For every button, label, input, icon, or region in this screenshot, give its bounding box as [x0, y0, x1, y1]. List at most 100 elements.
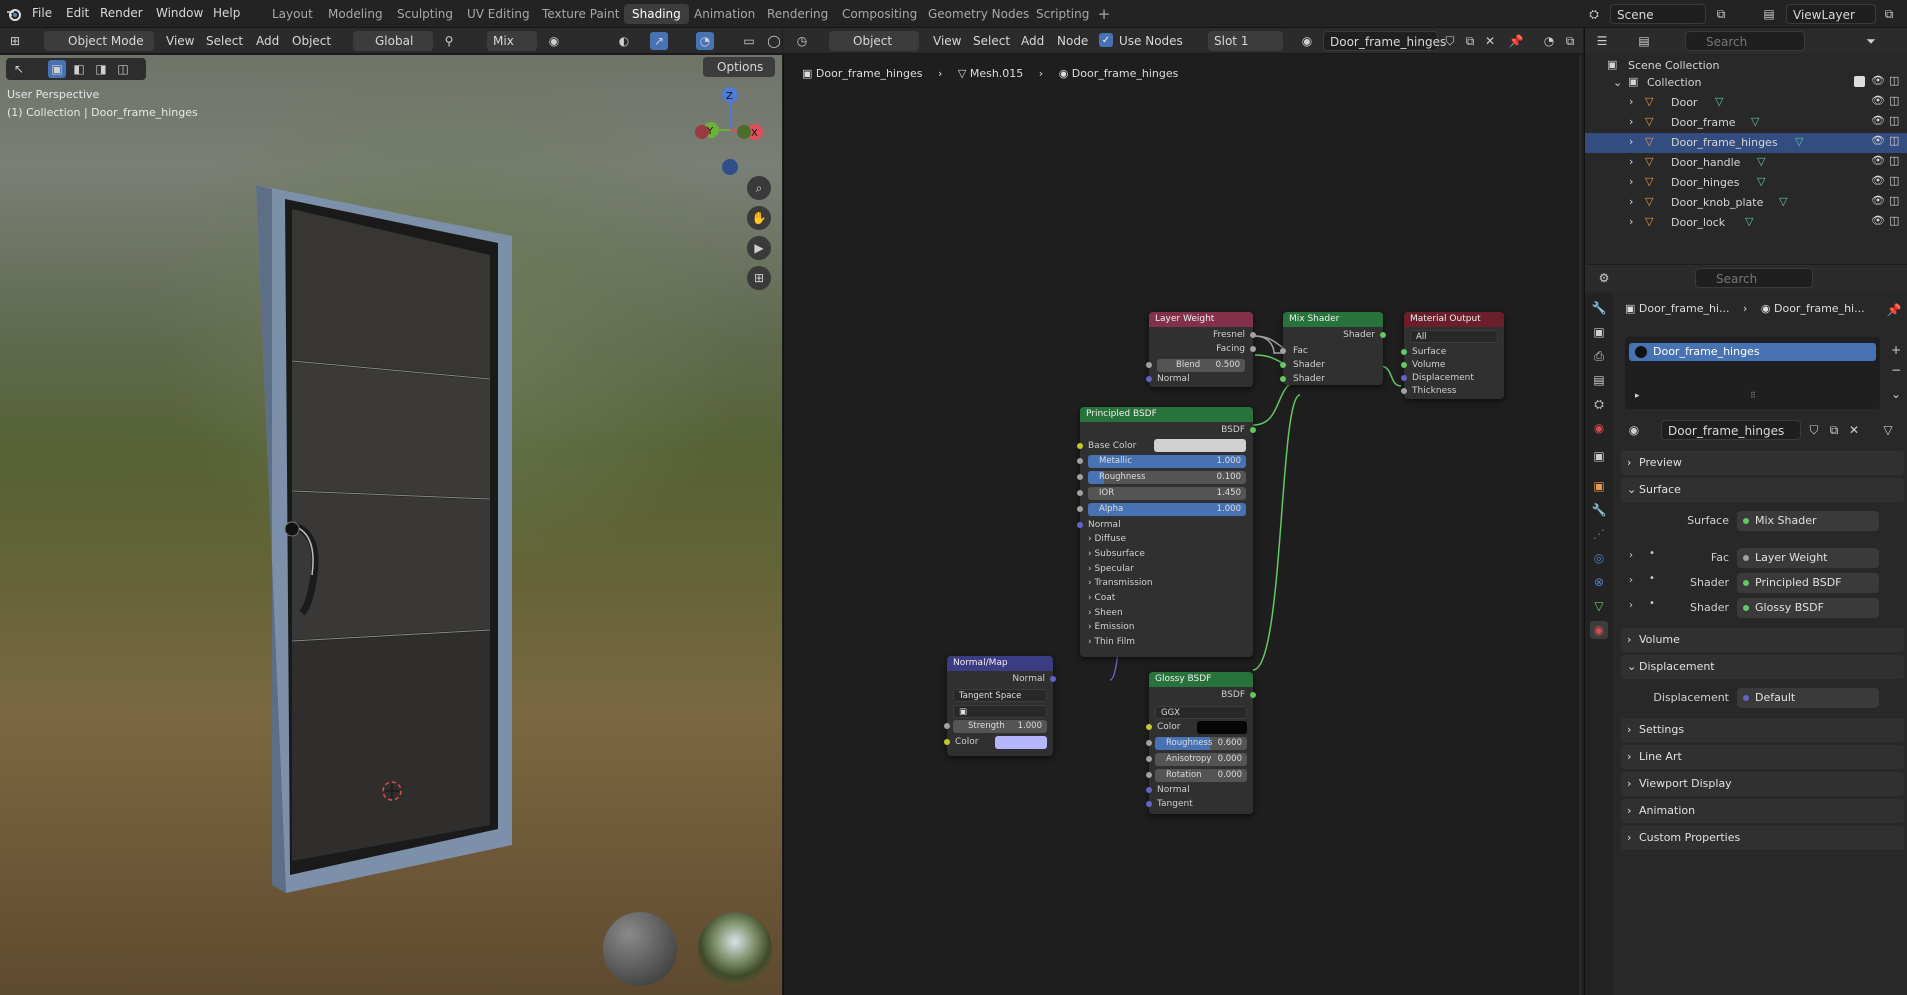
anisotropy-socket[interactable]	[1146, 756, 1152, 762]
collection-row[interactable]: ⌄ ▣ Collection 👁 ◫	[1585, 73, 1907, 93]
alpha-field[interactable]: Alpha 1.000	[1088, 503, 1246, 516]
outliner-item-door-handle[interactable]: › ▽ Door_handle ▽ 👁 ◫	[1585, 153, 1907, 173]
layer-weight-header[interactable]: Layer Weight	[1149, 312, 1253, 327]
scene-icon[interactable]: ⛭	[1585, 5, 1603, 23]
material-tab-icon[interactable]: ◉	[1590, 621, 1608, 639]
collection-expand-icon[interactable]: ⌄	[1613, 76, 1622, 89]
view-layer-icon[interactable]: ▤	[1760, 5, 1778, 23]
view-layer-selector[interactable]: ViewLayer	[1786, 4, 1876, 24]
eye-icon[interactable]: 👁	[1871, 194, 1885, 207]
zoom-icon[interactable]: ⌕	[747, 176, 771, 200]
unlink-props-icon[interactable]: ✕	[1845, 421, 1863, 439]
material-name-field[interactable]: Door_frame_hinges	[1323, 31, 1446, 51]
mix-shader2-socket[interactable]	[1280, 376, 1286, 382]
data-tab-icon[interactable]: ▽	[1590, 597, 1608, 615]
tab-texture-paint[interactable]: Texture Paint	[534, 4, 627, 24]
camera-icon[interactable]: ◫	[1889, 174, 1899, 187]
normal-space-dropdown[interactable]: Tangent Space	[953, 689, 1047, 702]
remove-slot-icon[interactable]: −	[1887, 361, 1905, 379]
ior-field[interactable]: IOR 1.450	[1088, 487, 1246, 500]
menu-window[interactable]: Window	[156, 6, 203, 20]
scene-tab-icon[interactable]: ⛭	[1590, 395, 1608, 413]
material-output-header[interactable]: Material Output	[1404, 312, 1504, 327]
glossy-roughness-socket[interactable]	[1146, 740, 1152, 746]
outliner-item-door[interactable]: › ▽ Door ▽ 👁 ◫	[1585, 93, 1907, 113]
mesh-data-icon[interactable]: ▽	[1757, 175, 1765, 188]
scene-selector[interactable]: Scene	[1610, 4, 1706, 24]
blend-socket[interactable]	[1146, 362, 1152, 368]
principled-bsdf-node[interactable]: Principled BSDF BSDF Base Color Metallic…	[1077, 407, 1256, 657]
mix-shader1-socket[interactable]	[1280, 362, 1286, 368]
node-overlay-icon[interactable]: ◔	[1540, 32, 1558, 50]
physics-tab-icon[interactable]: ◎	[1590, 549, 1608, 567]
viewport-add-menu[interactable]: Add	[250, 31, 285, 51]
shader-type-selector[interactable]: Object	[829, 31, 919, 51]
mix-shader-node[interactable]: Mix Shader Shader Fac Shader Shader	[1280, 312, 1386, 385]
roughness-socket[interactable]	[1077, 474, 1083, 480]
properties-type-icon[interactable]: ⚙	[1595, 269, 1613, 287]
3d-viewport[interactable]: ↖ ▣ ◧ ◨ ◫ Options User Perspective (1) C…	[0, 55, 782, 995]
camera-icon[interactable]: ◫	[1889, 114, 1899, 127]
facing-socket[interactable]	[1250, 346, 1256, 352]
material-slot-item[interactable]: Door_frame_hinges	[1629, 343, 1876, 361]
strength-socket[interactable]	[944, 723, 950, 729]
mesh-data-icon[interactable]: ▽	[1715, 95, 1723, 108]
shader1-expand-icon[interactable]: ›	[1629, 575, 1633, 586]
material-browse-props-icon[interactable]: ◉	[1625, 421, 1643, 439]
panel-custom-properties[interactable]: › Custom Properties	[1621, 826, 1904, 850]
select-intersect-icon[interactable]: ◫	[114, 60, 132, 78]
output-thickness-socket[interactable]	[1401, 388, 1407, 394]
box-select-icon[interactable]: ▣	[48, 60, 66, 78]
snap-selector[interactable]: Mix	[487, 31, 537, 51]
lw-normal-socket[interactable]	[1146, 376, 1152, 382]
outliner-item-door-frame-hinges[interactable]: › ▽ Door_frame_hinges ▽ 👁 ◫	[1585, 133, 1907, 153]
uv-map-field[interactable]: ▣	[953, 705, 1047, 718]
blender-logo-icon[interactable]	[5, 5, 23, 23]
unlink-material-icon[interactable]: ✕	[1481, 32, 1499, 50]
glossy-header[interactable]: Glossy BSDF	[1149, 672, 1253, 687]
material-name-props-field[interactable]: Door_frame_hinges	[1661, 420, 1801, 440]
eye-icon[interactable]: 👁	[1871, 174, 1885, 187]
node-add-menu[interactable]: Add	[1015, 31, 1050, 51]
xray-icon[interactable]: ▭	[740, 32, 758, 50]
base-color-socket[interactable]	[1077, 443, 1083, 449]
outliner-type-icon[interactable]: ☰	[1593, 32, 1611, 50]
panel-sheen[interactable]: › Sheen	[1088, 608, 1123, 618]
mix-output-socket[interactable]	[1380, 332, 1386, 338]
output-displacement-socket[interactable]	[1401, 375, 1407, 381]
glossy-roughness-field[interactable]: Roughness 0.600	[1155, 737, 1247, 750]
modifier-tab-icon[interactable]: 🔧	[1590, 501, 1608, 519]
options-button[interactable]: Options	[703, 57, 775, 77]
material-slot-list[interactable]: Door_frame_hinges ▸ ⠿	[1625, 337, 1880, 409]
principled-normal-socket[interactable]	[1077, 522, 1083, 528]
pivot-icon[interactable]: ⚲	[440, 32, 458, 50]
camera-icon[interactable]: ◫	[1889, 94, 1899, 107]
use-nodes-checkbox[interactable]: ✓	[1099, 33, 1113, 47]
node-select-menu[interactable]: Select	[967, 31, 1016, 51]
mesh-data-icon[interactable]: ▽	[1751, 115, 1759, 128]
slot-expand-icon[interactable]: ▸	[1635, 391, 1640, 401]
camera-icon[interactable]: ◫	[1889, 154, 1899, 167]
pin-icon[interactable]: 📌	[1507, 32, 1525, 50]
mix-shader-header[interactable]: Mix Shader	[1283, 312, 1383, 327]
rotation-socket[interactable]	[1146, 772, 1152, 778]
expand-icon[interactable]: ›	[1629, 175, 1633, 188]
collection-camera-icon[interactable]: ◫	[1889, 74, 1899, 87]
tab-rendering[interactable]: Rendering	[759, 4, 836, 24]
output-tab-icon[interactable]: ⎙	[1590, 347, 1608, 365]
panel-emission[interactable]: › Emission	[1088, 622, 1135, 632]
outliner-item-door-knob-plate[interactable]: › ▽ Door_knob_plate ▽ 👁 ◫	[1585, 193, 1907, 213]
alpha-socket[interactable]	[1077, 506, 1083, 512]
output-volume-socket[interactable]	[1401, 362, 1407, 368]
shader1-input-field[interactable]: Principled BSDF	[1737, 573, 1879, 593]
collection-tab-icon[interactable]: ▣	[1590, 447, 1608, 465]
render-tab-icon[interactable]: ▣	[1590, 323, 1608, 341]
viewport-object-menu[interactable]: Object	[286, 31, 337, 51]
ior-socket[interactable]	[1077, 490, 1083, 496]
object-tab-icon[interactable]: ▣	[1590, 477, 1608, 495]
tab-scripting[interactable]: Scripting	[1028, 4, 1097, 24]
camera-icon[interactable]: ◫	[1889, 214, 1899, 227]
glossy-normal-socket[interactable]	[1146, 787, 1152, 793]
tab-modeling[interactable]: Modeling	[320, 4, 391, 24]
panel-transmission[interactable]: › Transmission	[1088, 578, 1153, 588]
